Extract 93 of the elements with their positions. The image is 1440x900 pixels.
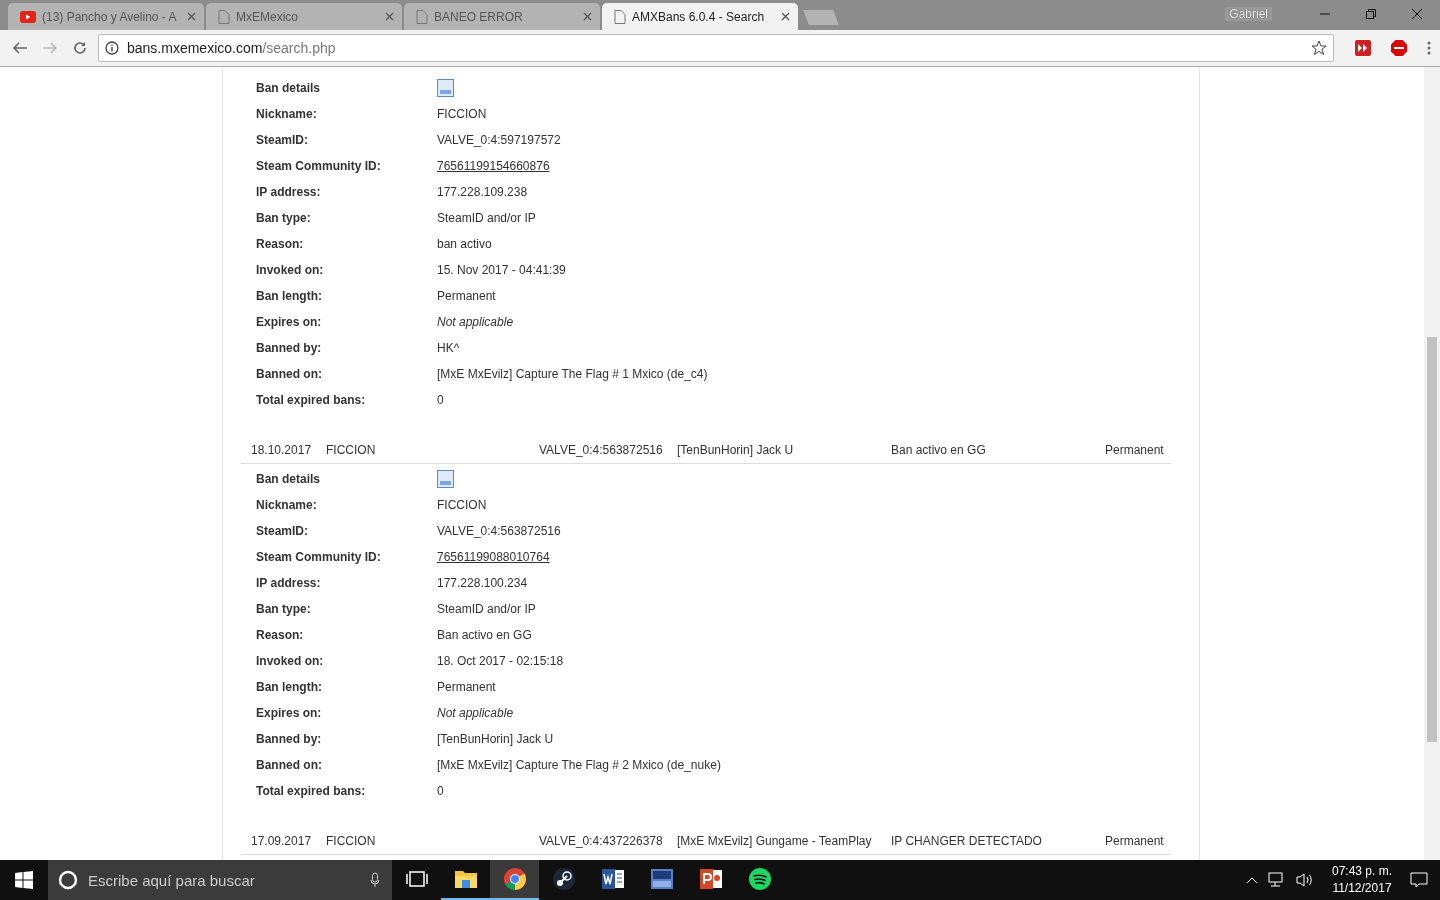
- clock-time: 07:43 p. m.: [1331, 863, 1392, 880]
- field-label: IP address:: [256, 185, 322, 199]
- browser-tab[interactable]: AMXBans 6.0.4 - Search: [602, 3, 798, 30]
- page-icon: [218, 9, 230, 24]
- field-label: Expires on:: [256, 706, 323, 720]
- field-value: 177.228.100.234: [437, 576, 528, 590]
- close-icon[interactable]: [385, 12, 394, 21]
- field-value: [TenBunHorin] Jack U: [437, 732, 554, 746]
- browser-tab[interactable]: (13) Pancho y Avelino - A: [8, 3, 204, 30]
- field-label: Reason:: [256, 237, 305, 251]
- field-value: SteamID and/or IP: [437, 602, 536, 616]
- microphone-icon[interactable]: [370, 872, 380, 888]
- task-view-icon: [405, 870, 428, 888]
- field-label: IP address:: [256, 576, 322, 590]
- field-label: Banned on:: [256, 758, 323, 772]
- search-field[interactable]: Escribe aquí para buscar: [48, 860, 392, 900]
- field-value: [MxE MxEvilz] Capture The Flag # 1 Mxico (de_c4): [437, 367, 708, 381]
- close-icon[interactable]: [583, 12, 592, 21]
- presentation-icon: [698, 867, 723, 891]
- field-label: Ban length:: [256, 289, 323, 303]
- field-value: HK^: [437, 341, 460, 355]
- field-label: Total expired bans:: [256, 784, 367, 798]
- community-id-link[interactable]: 76561199154660876: [437, 159, 550, 173]
- ban-row[interactable]: 17.09.2017 FICCION VALVE_0:4:437226378 [MxE MxEvilz] Gungame - TeamPlay IP CHANGER DETECTADO Permanent: [241, 826, 1171, 855]
- network-icon[interactable]: [1267, 872, 1286, 888]
- field-label: Nickname:: [256, 498, 318, 512]
- field-label: Total expired bans:: [256, 393, 367, 407]
- field-label: Banned by:: [256, 341, 323, 355]
- document-icon: [600, 867, 625, 891]
- field-label: Ban details: [256, 472, 322, 486]
- notification-icon[interactable]: [1410, 872, 1428, 888]
- field-label: Ban details: [256, 81, 322, 95]
- page-icon: [614, 9, 626, 24]
- document-icon[interactable]: [437, 79, 454, 97]
- field-label: Invoked on:: [256, 263, 325, 277]
- scrollbar[interactable]: [1424, 67, 1440, 860]
- field-value: Not applicable: [437, 315, 514, 329]
- reload-icon[interactable]: [72, 40, 88, 56]
- cortana-icon: [58, 870, 78, 890]
- field-value: 0: [437, 393, 444, 407]
- field-value: 18. Oct 2017 - 02:15:18: [437, 654, 564, 668]
- document-icon[interactable]: [437, 470, 454, 488]
- ide-icon: [649, 867, 674, 891]
- restore-icon[interactable]: [1365, 8, 1377, 20]
- field-label: Ban length:: [256, 680, 323, 694]
- field-value: Permanent: [437, 680, 496, 694]
- field-label: Steam Community ID:: [256, 550, 382, 564]
- back-icon[interactable]: [12, 41, 28, 55]
- field-label: SteamID:: [256, 133, 309, 147]
- field-label: SteamID:: [256, 524, 309, 538]
- field-value: 177.228.109.238: [437, 185, 528, 199]
- menu-icon[interactable]: [1426, 40, 1432, 56]
- close-icon[interactable]: [781, 12, 790, 21]
- field-value: FICCION: [437, 498, 487, 512]
- star-icon[interactable]: [1311, 40, 1327, 56]
- field-label: Reason:: [256, 628, 305, 642]
- field-label: Banned by:: [256, 732, 323, 746]
- browser-tab[interactable]: MxEMexico: [206, 3, 402, 30]
- field-value: 0: [437, 784, 444, 798]
- address-bar[interactable]: bans.mxemexico.com/search.php: [98, 34, 1334, 62]
- field-value: Ban activo en GG: [437, 628, 532, 642]
- community-id-link[interactable]: 76561199088010764: [437, 550, 550, 564]
- field-label: Expires on:: [256, 315, 323, 329]
- field-label: Ban type:: [256, 211, 312, 225]
- volume-icon[interactable]: [1295, 872, 1314, 888]
- close-icon[interactable]: [1411, 8, 1423, 20]
- field-label: Ban type:: [256, 602, 312, 616]
- close-icon[interactable]: [187, 12, 196, 21]
- music-icon: [747, 867, 772, 891]
- chevron-up-icon[interactable]: [1245, 876, 1258, 884]
- field-value: ban activo: [437, 237, 492, 251]
- field-label: Banned on:: [256, 367, 323, 381]
- browser-tab[interactable]: BANEO ERROR: [404, 3, 600, 30]
- field-value: Permanent: [437, 289, 496, 303]
- clock-date: 11/12/2017: [1332, 880, 1392, 897]
- extension-icon[interactable]: [1354, 39, 1372, 57]
- field-value: 15. Nov 2017 - 04:41:39: [437, 263, 566, 277]
- field-value: VALVE_0:4:563872516: [437, 524, 561, 538]
- ban-row[interactable]: 18.10.2017 FICCION VALVE_0:4:563872516 [TenBunHorin] Jack U Ban activo en GG Permanent: [241, 435, 1171, 464]
- windows-icon[interactable]: [15, 871, 33, 889]
- page-icon: [416, 9, 428, 24]
- folder-icon: [453, 869, 478, 889]
- video-icon: [20, 10, 36, 23]
- field-value: FICCION: [437, 107, 487, 121]
- field-value: VALVE_0:4:597197572: [437, 133, 561, 147]
- info-icon: [105, 41, 119, 55]
- field-label: Nickname:: [256, 107, 318, 121]
- taskbar-app[interactable]: [490, 860, 539, 900]
- field-value: Not applicable: [437, 706, 514, 720]
- field-value: SteamID and/or IP: [437, 211, 536, 225]
- field-label: Steam Community ID:: [256, 159, 382, 173]
- field-value: [MxE MxEvilz] Capture The Flag # 2 Mxico (de_nuke): [437, 758, 721, 772]
- field-label: Invoked on:: [256, 654, 325, 668]
